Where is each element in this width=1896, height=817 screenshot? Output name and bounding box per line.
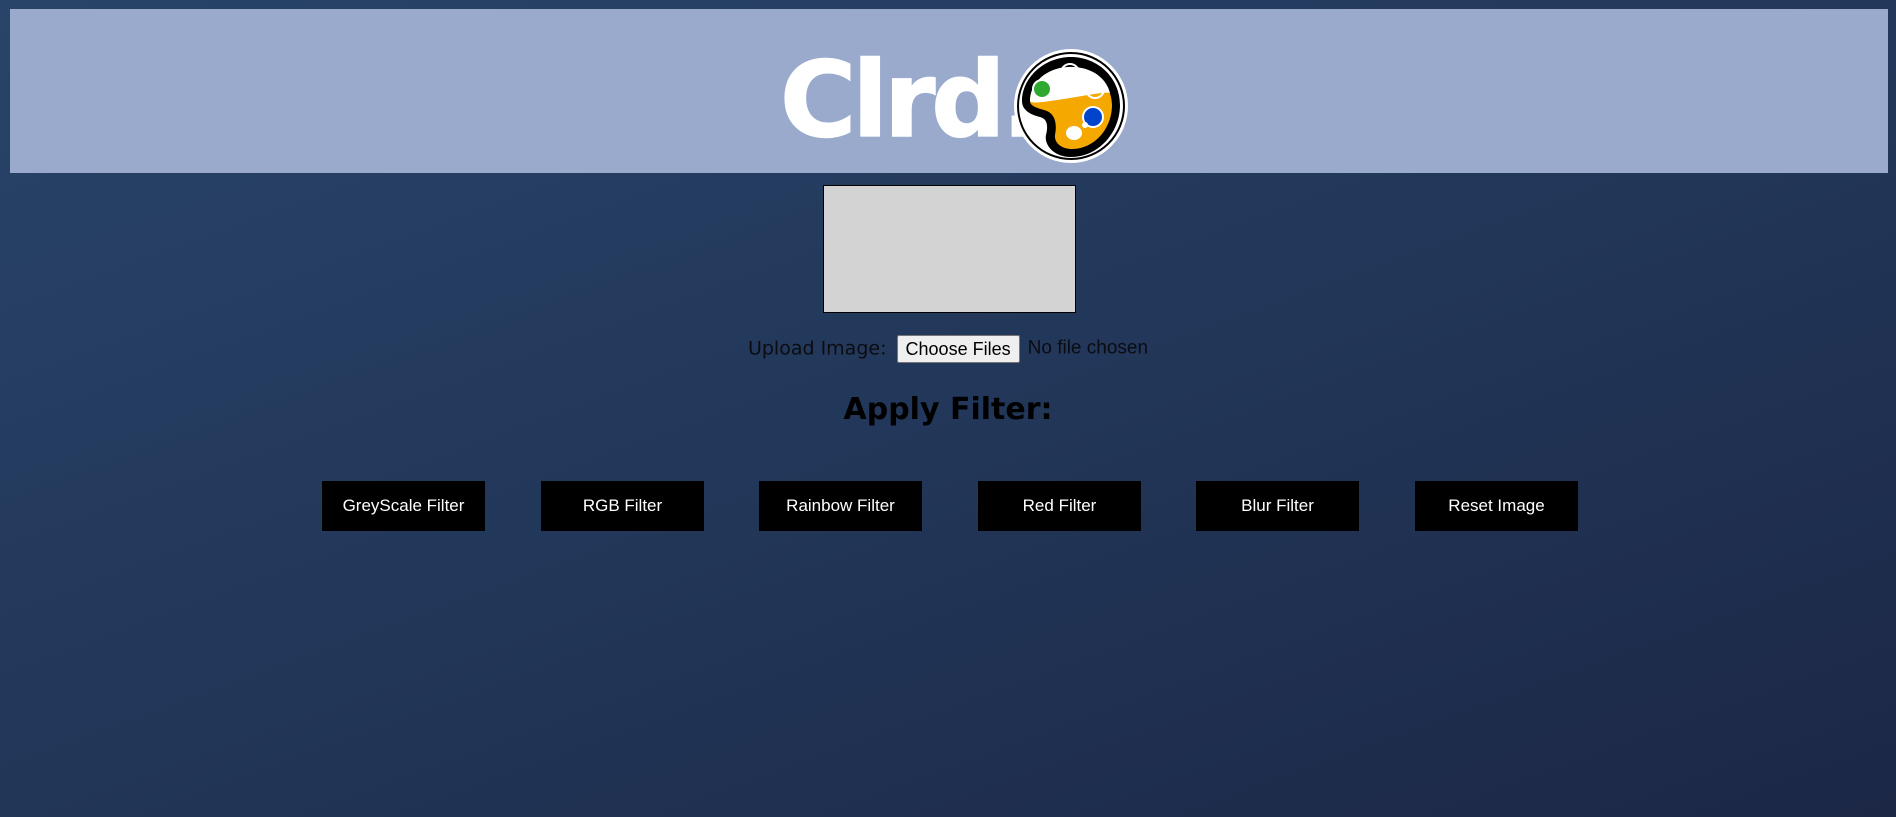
image-canvas bbox=[823, 185, 1076, 313]
rainbow-filter-button[interactable]: Rainbow Filter bbox=[759, 481, 922, 531]
greyscale-filter-button[interactable]: GreyScale Filter bbox=[322, 481, 485, 531]
upload-row: Upload Image: Choose Files No file chose… bbox=[0, 334, 1896, 363]
blur-filter-button[interactable]: Blur Filter bbox=[1196, 481, 1359, 531]
red-filter-button[interactable]: Red Filter bbox=[978, 481, 1141, 531]
page-header: Clrd. bbox=[10, 9, 1888, 173]
rgb-filter-button[interactable]: RGB Filter bbox=[541, 481, 704, 531]
app-logo: Clrd. bbox=[770, 35, 1130, 165]
reset-image-button[interactable]: Reset Image bbox=[1415, 481, 1578, 531]
choose-files-button[interactable]: Choose Files bbox=[896, 334, 1020, 363]
apply-filter-heading: Apply Filter: bbox=[843, 392, 1053, 427]
upload-label: Upload Image: bbox=[747, 337, 887, 360]
logo-text: Clrd. bbox=[779, 38, 1042, 162]
artist-palette-icon bbox=[1014, 49, 1128, 163]
file-status-text: No file chosen bbox=[1027, 337, 1149, 359]
